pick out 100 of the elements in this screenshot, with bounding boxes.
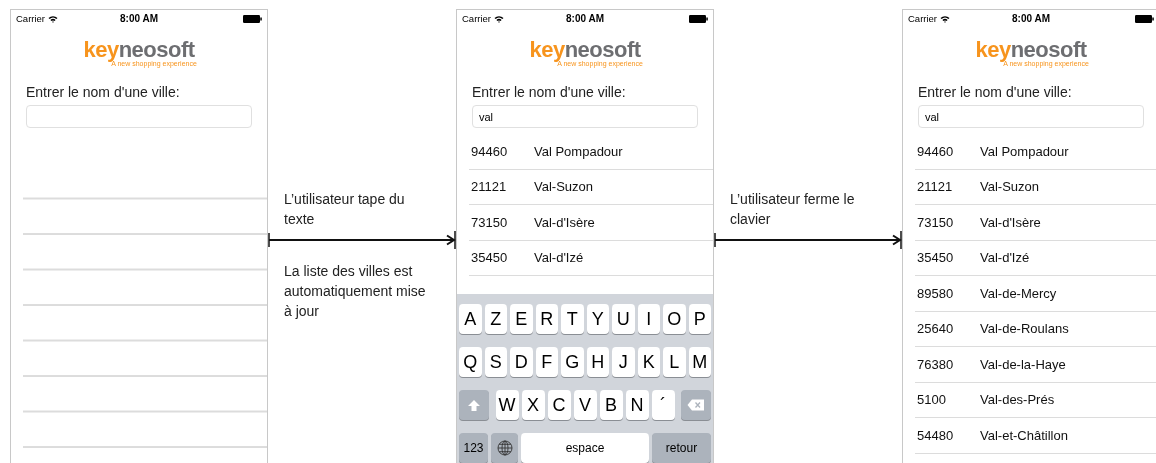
status-time: 8:00 AM <box>1011 13 1051 24</box>
letter-key[interactable]: S <box>484 347 507 377</box>
postal-code: 89580 <box>916 285 955 301</box>
letter-key[interactable]: N <box>625 390 649 420</box>
city-prompt: Entrer le nom d'une ville: <box>918 84 1073 100</box>
shift-key[interactable] <box>459 390 489 420</box>
letter-key[interactable]: H <box>586 347 609 377</box>
delete-icon <box>687 399 705 411</box>
letter-key[interactable]: T <box>561 304 584 334</box>
letter-key[interactable]: K <box>637 347 660 377</box>
letter-key[interactable]: A <box>459 304 482 334</box>
letter-key[interactable]: W <box>495 390 519 420</box>
letter-key[interactable]: X <box>521 390 545 420</box>
city-name: Val-d'Izé <box>980 250 1030 266</box>
letter-key[interactable]: U <box>612 304 635 334</box>
letter-key[interactable]: M <box>688 347 711 377</box>
city-row[interactable]: 21121 Val-Suzon <box>915 169 1156 205</box>
postal-code: 25640 <box>916 321 955 337</box>
letter-key[interactable]: D <box>510 347 533 377</box>
letter-key[interactable]: I <box>637 304 660 334</box>
city-name: Val-Suzon <box>534 179 593 195</box>
carrier-label: Carrier <box>462 13 492 24</box>
numbers-key[interactable]: 123 <box>459 433 488 463</box>
city-input-field[interactable]: val <box>472 105 698 128</box>
postal-code: 54480 <box>916 427 955 443</box>
letter-key[interactable]: V <box>573 390 597 420</box>
city-input-field[interactable]: val <box>918 105 1144 128</box>
city-name: Val-d'Isère <box>534 214 595 230</box>
letter-key[interactable]: O <box>663 304 686 334</box>
carrier-label: Carrier <box>908 13 938 24</box>
city-row[interactable]: 73150 Val-d'Isère <box>469 205 713 241</box>
space-key[interactable]: espace <box>521 433 649 463</box>
city-row[interactable]: 5100 Val-des-Prés <box>915 382 1156 418</box>
city-name: Val-de-la-Haye <box>980 356 1066 372</box>
globe-key[interactable] <box>491 433 518 463</box>
city-name: Val Pompadour <box>534 143 623 159</box>
postal-code: 73150 <box>916 214 955 230</box>
step-caption: L’utilisateur tape du texte <box>284 190 406 229</box>
city-prompt: Entrer le nom d'une ville: <box>26 84 181 100</box>
postal-code: 35450 <box>470 250 509 266</box>
letter-key[interactable]: P <box>688 304 711 334</box>
postal-code: 21121 <box>916 179 954 195</box>
wifi-icon <box>940 14 951 23</box>
city-row[interactable]: 25640 Val-de-Roulans <box>915 311 1156 347</box>
city-row[interactable]: 35450 Val-d'Izé <box>469 240 713 276</box>
logo-wordmark-start: key <box>83 37 119 62</box>
letter-key[interactable]: J <box>612 347 635 377</box>
postal-code: 94460 <box>916 143 955 159</box>
battery-icon <box>243 14 262 23</box>
letter-key[interactable]: F <box>535 347 558 377</box>
city-row[interactable]: 54480 Val-et-Châtillon <box>915 418 1156 454</box>
postal-code: 73150 <box>470 214 509 230</box>
city-row[interactable]: 35450 Val-d'Izé <box>915 240 1156 276</box>
battery-icon <box>1135 14 1154 23</box>
city-name: Val Pompadour <box>980 143 1069 159</box>
logo-wordmark-start: key <box>975 37 1011 62</box>
postal-code: 35450 <box>916 250 955 266</box>
letter-key[interactable]: L <box>663 347 686 377</box>
delete-key[interactable] <box>681 390 711 420</box>
logo-wordmark-start: key <box>529 37 565 62</box>
battery-icon <box>689 14 708 23</box>
city-name: Val-et-Châtillon <box>980 427 1068 443</box>
letter-key[interactable]: Z <box>484 304 507 334</box>
step-caption: La liste des villes est automatiquement mise à jour <box>284 262 427 321</box>
city-name: Val-d'Isère <box>980 214 1041 230</box>
globe-icon <box>496 440 513 456</box>
city-name: Val-de-Roulans <box>980 321 1069 337</box>
postal-code: 76380 <box>916 356 955 372</box>
logo-wordmark-end: neosoft <box>1010 37 1087 62</box>
shift-icon <box>467 398 481 412</box>
wifi-icon <box>48 14 59 23</box>
letter-key[interactable]: B <box>599 390 623 420</box>
status-time: 8:00 AM <box>119 13 159 24</box>
city-row[interactable]: 94460 Val Pompadour <box>469 134 713 170</box>
letter-key[interactable]: Y <box>586 304 609 334</box>
logo-wordmark-end: neosoft <box>118 37 195 62</box>
city-input-field[interactable] <box>26 105 252 128</box>
city-row[interactable]: 76380 Val-de-la-Haye <box>915 347 1156 383</box>
letter-key[interactable]: E <box>510 304 533 334</box>
city-prompt: Entrer le nom d'une ville: <box>472 84 627 100</box>
letter-key[interactable]: G <box>561 347 584 377</box>
status-time: 8:00 AM <box>565 13 605 24</box>
logo-wordmark-end: neosoft <box>564 37 641 62</box>
city-row[interactable]: 21121 Val-Suzon <box>469 169 713 205</box>
postal-code: 5100 <box>916 392 947 408</box>
city-row[interactable]: 89580 Val-de-Mercy <box>915 276 1156 312</box>
letter-key[interactable]: C <box>547 390 571 420</box>
letter-key[interactable]: Q <box>459 347 482 377</box>
wifi-icon <box>494 14 505 23</box>
city-name: Val-Suzon <box>980 179 1039 195</box>
city-name: Val-de-Mercy <box>980 285 1057 301</box>
letter-key[interactable]: R <box>535 304 558 334</box>
city-name: Val-des-Prés <box>980 392 1055 408</box>
step-caption: L’utilisateur ferme le clavier <box>730 190 856 229</box>
city-row[interactable]: 94460 Val Pompadour <box>915 134 1156 170</box>
city-row[interactable]: 73150 Val-d'Isère <box>915 205 1156 241</box>
return-key[interactable]: retour <box>652 433 711 463</box>
letter-key[interactable]: ´ <box>651 390 675 420</box>
city-name: Val-d'Izé <box>534 250 584 266</box>
postal-code: 21121 <box>470 179 508 195</box>
